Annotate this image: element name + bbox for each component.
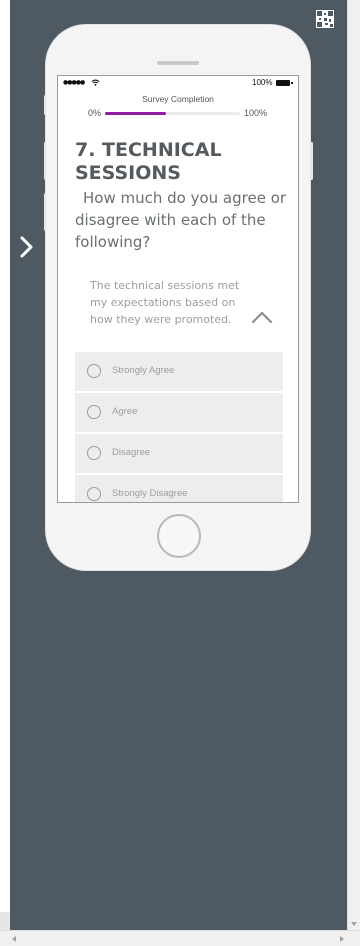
radio-button[interactable] [87,487,101,501]
answer-options: Strongly Agree Agree Disagree Strongly D… [75,352,283,502]
statement-text: The technical sessions met my expectatio… [90,279,240,326]
battery-icon [276,80,290,86]
progress-bar-fill [105,112,166,115]
phone-power-button [310,142,313,180]
phone-speaker [157,61,199,65]
home-button[interactable] [157,514,201,558]
battery-tip [291,82,293,84]
battery-percentage: 100% [252,78,273,87]
status-bar: ●●●●● 100% [58,76,298,90]
horizontal-scrollbar[interactable] [0,930,360,946]
scroll-down-icon[interactable] [351,922,357,926]
progress-min-label: 0% [88,108,102,118]
option-label: Agree [112,406,138,417]
progress-bar [105,112,240,115]
option-label: Disagree [112,447,151,458]
vertical-scrollbar[interactable] [347,0,360,930]
progress-max-label: 100% [244,108,268,118]
phone-screen: ●●●●● 100% Survey Completion 0% 100% 7. … [57,75,299,503]
scroll-right-icon[interactable] [340,936,344,942]
chevron-right-icon[interactable] [16,234,38,260]
option-label: Strongly Agree [112,365,175,376]
question-text: How much do you agree or disagree with e… [75,189,287,251]
page: ●●●●● 100% Survey Completion 0% 100% 7. … [0,0,360,946]
chevron-up-icon[interactable] [250,309,274,325]
radio-button[interactable] [87,364,101,378]
option-agree[interactable]: Agree [75,393,283,432]
option-label: Strongly Disagree [112,488,188,499]
option-disagree[interactable]: Disagree [75,434,283,473]
phone-frame: ●●●●● 100% Survey Completion 0% 100% 7. … [46,25,310,570]
statement-card[interactable]: The technical sessions met my expectatio… [75,259,283,345]
wifi-icon [91,79,100,86]
progress-label: Survey Completion [142,94,214,104]
qr-code-icon[interactable] [316,10,334,28]
question-title: 7. TECHNICAL SESSIONS [75,139,222,184]
radio-button[interactable] [87,446,101,460]
option-strongly-disagree[interactable]: Strongly Disagree [75,475,283,502]
scrollbar-corner [0,912,10,930]
scroll-left-icon[interactable] [12,936,16,942]
signal-strength-icon: ●●●●● [63,79,85,86]
radio-button[interactable] [87,405,101,419]
option-strongly-agree[interactable]: Strongly Agree [75,352,283,391]
